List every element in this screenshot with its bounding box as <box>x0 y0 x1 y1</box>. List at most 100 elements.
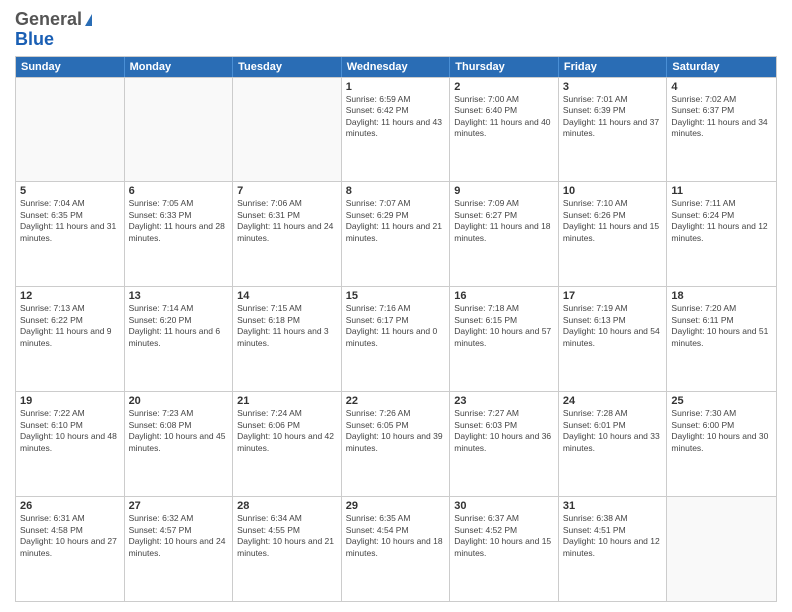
day-cell-19: 19Sunrise: 7:22 AMSunset: 6:10 PMDayligh… <box>16 392 125 496</box>
day-cell-21: 21Sunrise: 7:24 AMSunset: 6:06 PMDayligh… <box>233 392 342 496</box>
day-number: 16 <box>454 290 554 302</box>
day-cell-4: 4Sunrise: 7:02 AMSunset: 6:37 PMDaylight… <box>667 78 776 182</box>
header-cell-wednesday: Wednesday <box>342 57 451 77</box>
day-info: Sunrise: 7:01 AMSunset: 6:39 PMDaylight:… <box>563 94 663 140</box>
day-number: 31 <box>563 500 663 512</box>
week-row-2: 5Sunrise: 7:04 AMSunset: 6:35 PMDaylight… <box>16 181 776 286</box>
day-info: Sunrise: 6:34 AMSunset: 4:55 PMDaylight:… <box>237 513 337 559</box>
day-number: 26 <box>20 500 120 512</box>
day-cell-26: 26Sunrise: 6:31 AMSunset: 4:58 PMDayligh… <box>16 497 125 601</box>
header: General Blue <box>15 10 777 50</box>
day-cell-30: 30Sunrise: 6:37 AMSunset: 4:52 PMDayligh… <box>450 497 559 601</box>
day-info: Sunrise: 7:16 AMSunset: 6:17 PMDaylight:… <box>346 303 446 349</box>
day-number: 14 <box>237 290 337 302</box>
day-info: Sunrise: 7:06 AMSunset: 6:31 PMDaylight:… <box>237 198 337 244</box>
day-info: Sunrise: 6:32 AMSunset: 4:57 PMDaylight:… <box>129 513 229 559</box>
page: General Blue SundayMondayTuesdayWednesda… <box>0 0 792 612</box>
day-number: 22 <box>346 395 446 407</box>
day-info: Sunrise: 7:19 AMSunset: 6:13 PMDaylight:… <box>563 303 663 349</box>
day-cell-10: 10Sunrise: 7:10 AMSunset: 6:26 PMDayligh… <box>559 182 668 286</box>
day-cell-13: 13Sunrise: 7:14 AMSunset: 6:20 PMDayligh… <box>125 287 234 391</box>
day-info: Sunrise: 7:18 AMSunset: 6:15 PMDaylight:… <box>454 303 554 349</box>
day-number: 21 <box>237 395 337 407</box>
week-row-1: 1Sunrise: 6:59 AMSunset: 6:42 PMDaylight… <box>16 77 776 182</box>
day-info: Sunrise: 6:35 AMSunset: 4:54 PMDaylight:… <box>346 513 446 559</box>
logo-blue-text: Blue <box>15 30 54 50</box>
day-number: 6 <box>129 185 229 197</box>
day-cell-24: 24Sunrise: 7:28 AMSunset: 6:01 PMDayligh… <box>559 392 668 496</box>
calendar: SundayMondayTuesdayWednesdayThursdayFrid… <box>15 56 777 602</box>
day-cell-25: 25Sunrise: 7:30 AMSunset: 6:00 PMDayligh… <box>667 392 776 496</box>
day-info: Sunrise: 7:27 AMSunset: 6:03 PMDaylight:… <box>454 408 554 454</box>
day-cell-29: 29Sunrise: 6:35 AMSunset: 4:54 PMDayligh… <box>342 497 451 601</box>
day-cell-11: 11Sunrise: 7:11 AMSunset: 6:24 PMDayligh… <box>667 182 776 286</box>
day-number: 15 <box>346 290 446 302</box>
day-number: 24 <box>563 395 663 407</box>
week-row-5: 26Sunrise: 6:31 AMSunset: 4:58 PMDayligh… <box>16 496 776 601</box>
day-cell-17: 17Sunrise: 7:19 AMSunset: 6:13 PMDayligh… <box>559 287 668 391</box>
day-info: Sunrise: 6:31 AMSunset: 4:58 PMDaylight:… <box>20 513 120 559</box>
day-cell-27: 27Sunrise: 6:32 AMSunset: 4:57 PMDayligh… <box>125 497 234 601</box>
day-info: Sunrise: 7:09 AMSunset: 6:27 PMDaylight:… <box>454 198 554 244</box>
day-number: 2 <box>454 81 554 93</box>
day-info: Sunrise: 7:07 AMSunset: 6:29 PMDaylight:… <box>346 198 446 244</box>
day-number: 11 <box>671 185 772 197</box>
day-number: 1 <box>346 81 446 93</box>
day-cell-3: 3Sunrise: 7:01 AMSunset: 6:39 PMDaylight… <box>559 78 668 182</box>
day-cell-1: 1Sunrise: 6:59 AMSunset: 6:42 PMDaylight… <box>342 78 451 182</box>
day-cell-8: 8Sunrise: 7:07 AMSunset: 6:29 PMDaylight… <box>342 182 451 286</box>
week-row-3: 12Sunrise: 7:13 AMSunset: 6:22 PMDayligh… <box>16 286 776 391</box>
day-number: 9 <box>454 185 554 197</box>
day-cell-6: 6Sunrise: 7:05 AMSunset: 6:33 PMDaylight… <box>125 182 234 286</box>
day-cell-15: 15Sunrise: 7:16 AMSunset: 6:17 PMDayligh… <box>342 287 451 391</box>
day-info: Sunrise: 6:59 AMSunset: 6:42 PMDaylight:… <box>346 94 446 140</box>
header-cell-friday: Friday <box>559 57 668 77</box>
day-cell-20: 20Sunrise: 7:23 AMSunset: 6:08 PMDayligh… <box>125 392 234 496</box>
header-cell-thursday: Thursday <box>450 57 559 77</box>
day-cell-12: 12Sunrise: 7:13 AMSunset: 6:22 PMDayligh… <box>16 287 125 391</box>
calendar-header-row: SundayMondayTuesdayWednesdayThursdayFrid… <box>16 57 776 77</box>
day-number: 13 <box>129 290 229 302</box>
day-info: Sunrise: 7:24 AMSunset: 6:06 PMDaylight:… <box>237 408 337 454</box>
day-info: Sunrise: 7:02 AMSunset: 6:37 PMDaylight:… <box>671 94 772 140</box>
day-number: 23 <box>454 395 554 407</box>
day-info: Sunrise: 7:28 AMSunset: 6:01 PMDaylight:… <box>563 408 663 454</box>
empty-cell <box>125 78 234 182</box>
day-number: 5 <box>20 185 120 197</box>
day-cell-2: 2Sunrise: 7:00 AMSunset: 6:40 PMDaylight… <box>450 78 559 182</box>
header-cell-saturday: Saturday <box>667 57 776 77</box>
day-cell-7: 7Sunrise: 7:06 AMSunset: 6:31 PMDaylight… <box>233 182 342 286</box>
day-number: 7 <box>237 185 337 197</box>
day-cell-31: 31Sunrise: 6:38 AMSunset: 4:51 PMDayligh… <box>559 497 668 601</box>
day-number: 28 <box>237 500 337 512</box>
day-cell-5: 5Sunrise: 7:04 AMSunset: 6:35 PMDaylight… <box>16 182 125 286</box>
day-info: Sunrise: 7:04 AMSunset: 6:35 PMDaylight:… <box>20 198 120 244</box>
logo: General Blue <box>15 10 92 50</box>
day-info: Sunrise: 6:37 AMSunset: 4:52 PMDaylight:… <box>454 513 554 559</box>
day-cell-22: 22Sunrise: 7:26 AMSunset: 6:05 PMDayligh… <box>342 392 451 496</box>
day-number: 12 <box>20 290 120 302</box>
day-info: Sunrise: 7:23 AMSunset: 6:08 PMDaylight:… <box>129 408 229 454</box>
header-cell-sunday: Sunday <box>16 57 125 77</box>
empty-cell <box>667 497 776 601</box>
day-info: Sunrise: 7:05 AMSunset: 6:33 PMDaylight:… <box>129 198 229 244</box>
day-info: Sunrise: 7:30 AMSunset: 6:00 PMDaylight:… <box>671 408 772 454</box>
day-number: 18 <box>671 290 772 302</box>
logo-arrow-icon <box>85 14 92 26</box>
day-info: Sunrise: 6:38 AMSunset: 4:51 PMDaylight:… <box>563 513 663 559</box>
day-info: Sunrise: 7:00 AMSunset: 6:40 PMDaylight:… <box>454 94 554 140</box>
day-info: Sunrise: 7:22 AMSunset: 6:10 PMDaylight:… <box>20 408 120 454</box>
day-cell-23: 23Sunrise: 7:27 AMSunset: 6:03 PMDayligh… <box>450 392 559 496</box>
day-number: 4 <box>671 81 772 93</box>
day-cell-16: 16Sunrise: 7:18 AMSunset: 6:15 PMDayligh… <box>450 287 559 391</box>
day-number: 27 <box>129 500 229 512</box>
calendar-body: 1Sunrise: 6:59 AMSunset: 6:42 PMDaylight… <box>16 77 776 601</box>
day-cell-28: 28Sunrise: 6:34 AMSunset: 4:55 PMDayligh… <box>233 497 342 601</box>
day-number: 17 <box>563 290 663 302</box>
day-number: 3 <box>563 81 663 93</box>
empty-cell <box>16 78 125 182</box>
day-number: 8 <box>346 185 446 197</box>
day-number: 30 <box>454 500 554 512</box>
day-number: 10 <box>563 185 663 197</box>
day-cell-9: 9Sunrise: 7:09 AMSunset: 6:27 PMDaylight… <box>450 182 559 286</box>
